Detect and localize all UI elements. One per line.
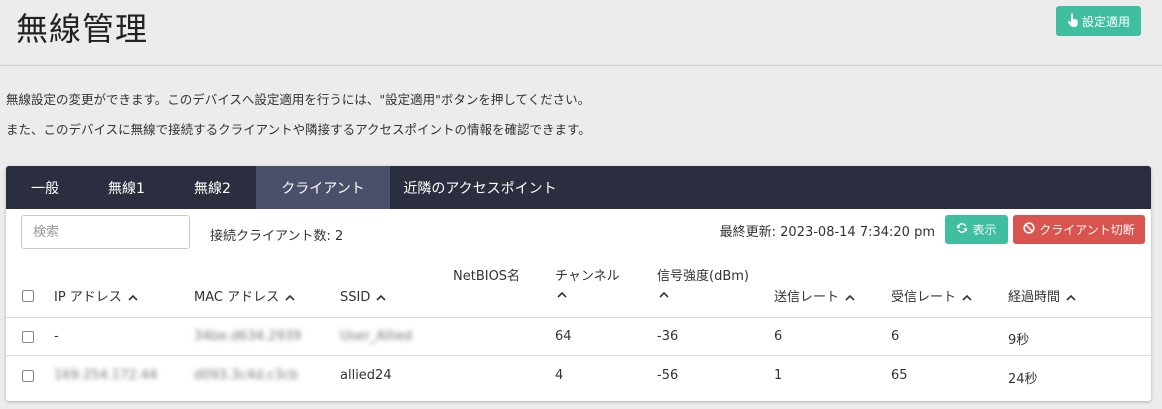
tab-wireless-1[interactable]: 無線1 bbox=[84, 166, 169, 209]
cell-channel: 4 bbox=[555, 368, 564, 383]
table-header: IP アドレス MAC アドレス SSID NetBIOS名 チャンネル 信号強… bbox=[6, 262, 1151, 318]
client-panel: 一般 無線1 無線2 クライアント 近隣のアクセスポイント 接続クライアント数:… bbox=[6, 166, 1151, 401]
show-button-label: 表示 bbox=[972, 223, 997, 237]
cell-channel: 64 bbox=[555, 329, 572, 344]
cell-mac: 34be.d634.2939 bbox=[194, 329, 302, 344]
client-count: 接続クライアント数: 2 bbox=[210, 229, 344, 244]
table-row[interactable]: - 34be.d634.2939 User_Allied 64 -36 6 6 … bbox=[6, 318, 1151, 356]
refresh-icon bbox=[956, 222, 968, 237]
apply-settings-label: 設定適用 bbox=[1081, 14, 1130, 29]
sort-chevron-up-icon bbox=[962, 294, 972, 302]
cell-elapsed: 24秒 bbox=[1008, 372, 1038, 387]
column-elapsed-time[interactable]: 経過時間 bbox=[1008, 289, 1076, 307]
description-line-1: 無線設定の変更ができます。このデバイスへ設定適用を行うには、"設定適用"ボタンを… bbox=[6, 92, 591, 107]
sort-chevron-up-icon bbox=[285, 294, 295, 302]
show-button[interactable]: 表示 bbox=[945, 215, 1008, 244]
column-mac-address[interactable]: MAC アドレス bbox=[194, 289, 295, 307]
sort-chevron-up-icon bbox=[376, 294, 386, 302]
tab-neighbor-access-points[interactable]: 近隣のアクセスポイント bbox=[390, 166, 570, 209]
cell-ip: 169.254.172.44 bbox=[54, 368, 158, 383]
select-all-checkbox[interactable] bbox=[22, 290, 34, 302]
sort-chevron-up-icon bbox=[1066, 294, 1076, 302]
cell-signal: -36 bbox=[657, 329, 679, 344]
column-ip-address[interactable]: IP アドレス bbox=[54, 289, 138, 307]
row-checkbox[interactable] bbox=[22, 370, 34, 382]
ban-icon bbox=[1023, 222, 1035, 237]
tab-clients[interactable]: クライアント bbox=[256, 166, 390, 209]
search-input[interactable] bbox=[21, 215, 190, 249]
column-ssid[interactable]: SSID bbox=[340, 289, 386, 307]
column-channel[interactable]: チャンネル bbox=[555, 268, 620, 304]
sort-chevron-up-icon bbox=[557, 291, 567, 299]
column-tx-rate[interactable]: 送信レート bbox=[774, 289, 855, 307]
tab-bar: 一般 無線1 無線2 クライアント 近隣のアクセスポイント bbox=[6, 166, 1151, 209]
description-line-2: また、このデバイスに無線で接続するクライアントや隣接するアクセスポイントの情報を… bbox=[6, 122, 591, 137]
sort-chevron-up-icon bbox=[845, 294, 855, 302]
hand-pointer-icon bbox=[1067, 12, 1079, 30]
row-checkbox[interactable] bbox=[22, 331, 34, 343]
cell-rx-rate: 65 bbox=[891, 368, 908, 383]
cell-tx-rate: 1 bbox=[774, 368, 783, 383]
column-netbios-name[interactable]: NetBIOS名 bbox=[453, 268, 520, 286]
tab-general[interactable]: 一般 bbox=[6, 166, 84, 209]
cell-mac: d093.3c4d.c3cb bbox=[194, 368, 299, 383]
column-signal-strength[interactable]: 信号強度(dBm) bbox=[657, 268, 749, 304]
header-divider bbox=[0, 65, 1162, 66]
disconnect-client-label: クライアント切断 bbox=[1039, 223, 1135, 237]
disconnect-client-button[interactable]: クライアント切断 bbox=[1013, 215, 1145, 244]
page-title: 無線管理 bbox=[16, 10, 149, 48]
sort-chevron-up-icon bbox=[659, 291, 669, 299]
cell-rx-rate: 6 bbox=[891, 329, 900, 344]
cell-elapsed: 9秒 bbox=[1008, 333, 1030, 348]
cell-ssid: allied24 bbox=[340, 368, 392, 383]
cell-ip: - bbox=[54, 329, 59, 344]
column-rx-rate[interactable]: 受信レート bbox=[891, 289, 972, 307]
sort-chevron-up-icon bbox=[128, 294, 138, 302]
cell-signal: -56 bbox=[657, 368, 679, 383]
cell-tx-rate: 6 bbox=[774, 329, 783, 344]
last-updated: 最終更新: 2023-08-14 7:34:20 pm bbox=[719, 225, 935, 240]
table-row[interactable]: 169.254.172.44 d093.3c4d.c3cb allied24 4… bbox=[6, 357, 1151, 395]
apply-settings-button[interactable]: 設定適用 bbox=[1056, 6, 1141, 36]
tab-wireless-2[interactable]: 無線2 bbox=[169, 166, 256, 209]
cell-ssid: User_Allied bbox=[340, 329, 413, 344]
